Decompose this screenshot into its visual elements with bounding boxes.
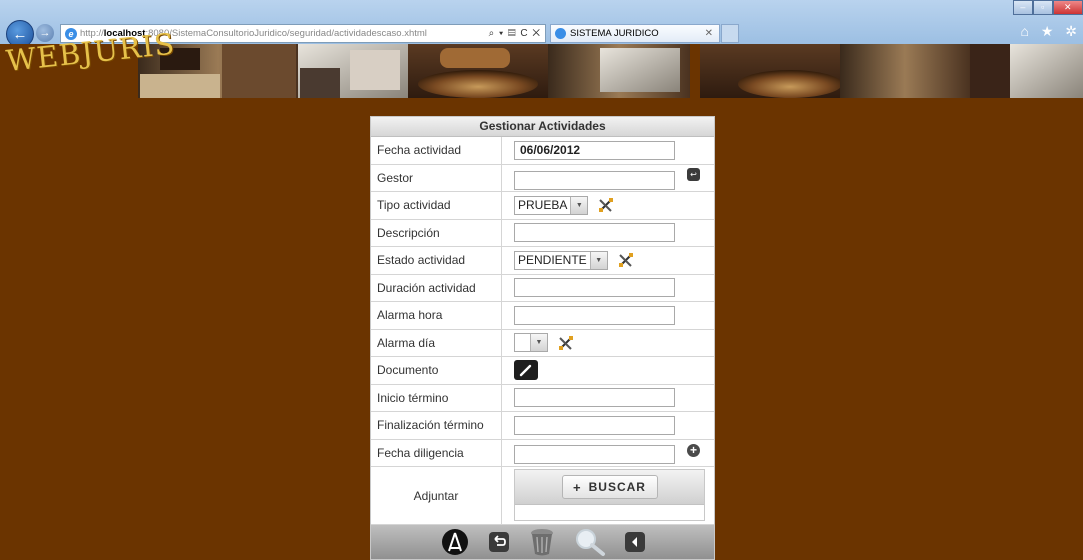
tipo-actividad-select[interactable]: PRUEBA ▼ bbox=[514, 195, 589, 215]
row-gestor: Gestor ↩ bbox=[371, 164, 714, 192]
pencil-icon bbox=[519, 365, 532, 377]
gestor-input[interactable] bbox=[514, 171, 675, 191]
browser-tab[interactable]: SISTEMA JURIDICO ✕ bbox=[550, 24, 720, 43]
tools-icon[interactable] bbox=[616, 250, 636, 270]
window-controls: – ▫ ✕ bbox=[1013, 0, 1083, 15]
back-arrow-icon: ← bbox=[12, 25, 28, 43]
alarma-hora-input[interactable] bbox=[514, 305, 675, 325]
tools-icon[interactable] bbox=[556, 333, 576, 353]
chevron-down-icon: ▼ bbox=[570, 196, 588, 214]
duracion-actividad-input[interactable] bbox=[514, 278, 675, 298]
label-finalizacion-termino: Finalización término bbox=[371, 412, 502, 439]
finalizacion-termino-input[interactable] bbox=[514, 415, 675, 435]
trash-icon[interactable] bbox=[528, 527, 556, 557]
chevron-down-icon: ▼ bbox=[530, 334, 547, 352]
banner-image-gavel-2 bbox=[700, 44, 842, 98]
return-arrow-icon: ↩ bbox=[690, 169, 697, 179]
tools-icon[interactable] bbox=[596, 195, 616, 215]
fecha-diligencia-input[interactable] bbox=[514, 445, 675, 465]
label-adjuntar: Adjuntar bbox=[371, 467, 502, 524]
row-alarma-dia: Alarma día ▼ bbox=[371, 329, 714, 357]
descripcion-input[interactable] bbox=[514, 223, 675, 243]
row-adjuntar: Adjuntar + BUSCAR bbox=[371, 467, 714, 525]
documento-edit-button[interactable] bbox=[514, 360, 538, 381]
home-favorites-tools-icons[interactable]: ⌂ ★ ✲ bbox=[1020, 23, 1081, 40]
upload-toolbar: + BUSCAR bbox=[515, 470, 704, 505]
label-estado-actividad: Estado actividad bbox=[371, 247, 502, 274]
label-inicio-termino: Inicio término bbox=[371, 384, 502, 411]
ie-tab-icon bbox=[555, 28, 566, 39]
tab-title: SISTEMA JURIDICO bbox=[570, 28, 659, 39]
row-finalizacion-termino: Finalización término bbox=[371, 412, 714, 440]
label-duracion-actividad: Duración actividad bbox=[371, 274, 502, 301]
panel-title: Gestionar Actividades bbox=[371, 117, 714, 137]
inicio-termino-input[interactable] bbox=[514, 388, 675, 408]
estado-actividad-value: PENDIENTE bbox=[518, 252, 587, 267]
label-tipo-actividad: Tipo actividad bbox=[371, 192, 502, 219]
back-icon[interactable] bbox=[624, 531, 646, 553]
save-icon[interactable] bbox=[440, 527, 470, 557]
chevron-down-icon: ▼ bbox=[589, 251, 607, 269]
maximize-button[interactable]: ▫ bbox=[1032, 0, 1053, 15]
activities-panel: Gestionar Actividades Fecha actividad 06… bbox=[370, 116, 715, 560]
alarma-dia-value bbox=[515, 334, 530, 351]
panel-footer-toolbar bbox=[371, 525, 714, 559]
fecha-actividad-input[interactable]: 06/06/2012 bbox=[514, 140, 675, 160]
banner-image-books-2 bbox=[548, 44, 690, 98]
estado-actividad-select[interactable]: PENDIENTE ▼ bbox=[514, 250, 608, 270]
gestor-lookup-button[interactable]: ↩ bbox=[687, 167, 700, 181]
row-tipo-actividad: Tipo actividad PRUEBA ▼ bbox=[371, 192, 714, 220]
tipo-actividad-value: PRUEBA bbox=[518, 197, 568, 212]
row-duracion-actividad: Duración actividad bbox=[371, 274, 714, 302]
add-fecha-button[interactable]: + bbox=[687, 442, 700, 457]
buscar-button[interactable]: + BUSCAR bbox=[561, 475, 658, 499]
file-upload: + BUSCAR bbox=[514, 469, 705, 521]
row-inicio-termino: Inicio término bbox=[371, 384, 714, 412]
row-documento: Documento bbox=[371, 357, 714, 385]
undo-icon[interactable] bbox=[488, 531, 510, 553]
label-fecha-actividad: Fecha actividad bbox=[371, 137, 502, 164]
window-close-button[interactable]: ✕ bbox=[1052, 0, 1083, 15]
address-tools-icons[interactable]: ⌕ ▾ ▤ C ✕ bbox=[489, 28, 545, 39]
banner-image-gavel bbox=[408, 44, 548, 98]
label-fecha-diligencia: Fecha diligencia bbox=[371, 439, 502, 466]
alarma-dia-select[interactable]: ▼ bbox=[514, 333, 548, 353]
search-icon[interactable] bbox=[574, 527, 606, 557]
row-estado-actividad: Estado actividad PENDIENTE ▼ bbox=[371, 247, 714, 275]
row-alarma-hora: Alarma hora bbox=[371, 302, 714, 330]
label-alarma-dia: Alarma día bbox=[371, 329, 502, 356]
forward-arrow-icon: → bbox=[39, 27, 51, 39]
tab-close-icon[interactable]: ✕ bbox=[705, 28, 719, 39]
label-gestor: Gestor bbox=[371, 164, 502, 191]
label-descripcion: Descripción bbox=[371, 219, 502, 246]
plus-icon: + bbox=[573, 479, 582, 495]
minimize-button[interactable]: – bbox=[1013, 0, 1033, 15]
plus-icon: + bbox=[689, 442, 697, 457]
banner-image-hand bbox=[298, 44, 408, 98]
label-documento: Documento bbox=[371, 357, 502, 384]
new-tab-button[interactable] bbox=[721, 24, 739, 43]
label-alarma-hora: Alarma hora bbox=[371, 302, 502, 329]
row-descripcion: Descripción bbox=[371, 219, 714, 247]
buscar-label: BUSCAR bbox=[588, 480, 646, 494]
row-fecha-actividad: Fecha actividad 06/06/2012 bbox=[371, 137, 714, 165]
row-fecha-diligencia: Fecha diligencia + bbox=[371, 439, 714, 467]
banner-image-books-3 bbox=[840, 44, 1083, 98]
